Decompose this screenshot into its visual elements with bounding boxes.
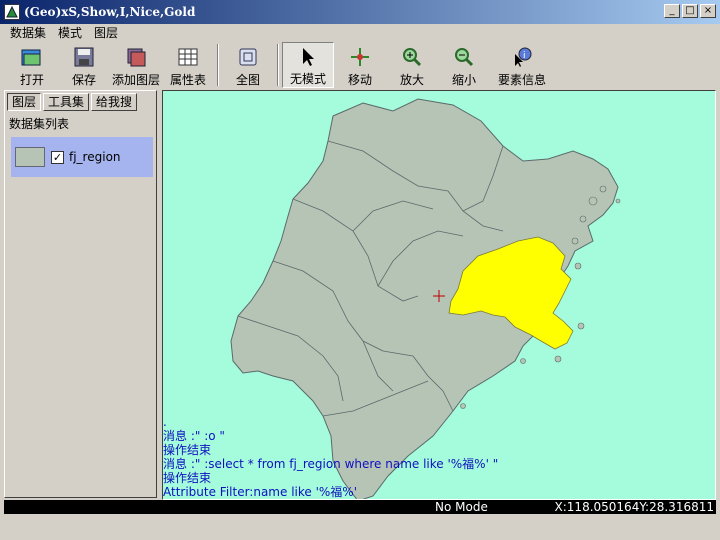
attribute-table-button[interactable]: 属性表 <box>162 42 214 88</box>
zoom-in-icon <box>400 45 424 69</box>
status-mode: No Mode <box>435 500 488 514</box>
save-button[interactable]: 保存 <box>58 42 110 88</box>
zoom-out-button[interactable]: 缩小 <box>438 42 490 88</box>
toolbar-separator <box>217 44 219 86</box>
menu-bar: 数据集 模式 图层 <box>0 22 720 42</box>
status-coordinates: X:118.050164Y:28.316811 <box>554 500 714 514</box>
layer-visibility-checkbox[interactable]: ✓ <box>51 150 64 164</box>
menu-layer[interactable]: 图层 <box>88 24 124 41</box>
app-icon <box>4 4 20 20</box>
message-log: . 消息 :" :o " 操作结束 消息 :" :select * from f… <box>163 415 498 499</box>
log-line: 操作结束 <box>163 443 212 457</box>
status-bar: No Mode X:118.050164Y:28.316811 <box>4 500 716 514</box>
layer-item[interactable]: ✓ fj_region <box>11 137 153 177</box>
full-extent-icon <box>236 45 260 69</box>
layer-name: fj_region <box>69 150 121 164</box>
tab-toolset[interactable]: 工具集 <box>43 93 90 111</box>
log-line: 操作结束 <box>163 471 212 485</box>
layer-panel: 图层 工具集 给我搜 数据集列表 ✓ fj_region <box>4 90 157 498</box>
window-title: (Geo)xS,Show,I,Nice,Gold <box>24 5 196 19</box>
no-mode-button[interactable]: 无模式 <box>282 42 334 88</box>
toolbar-separator <box>277 44 279 86</box>
folder-open-icon <box>20 45 44 69</box>
table-icon <box>176 45 200 69</box>
floppy-disk-icon <box>72 45 96 69</box>
log-line: 消息 :" :o " <box>163 429 225 443</box>
add-layer-icon <box>124 45 148 69</box>
full-extent-button[interactable]: 全图 <box>222 42 274 88</box>
feature-info-button[interactable]: i 要素信息 <box>490 42 554 88</box>
tab-search[interactable]: 给我搜 <box>91 93 138 111</box>
zoom-out-icon <box>452 45 476 69</box>
panel-tabs: 图层 工具集 给我搜 <box>7 93 138 111</box>
log-line: . <box>163 415 167 429</box>
maximize-button[interactable]: □ <box>682 4 698 18</box>
close-button[interactable]: × <box>700 4 716 18</box>
title-bar: (Geo)xS,Show,I,Nice,Gold _ □ × <box>0 0 720 24</box>
svg-text:i: i <box>523 51 526 61</box>
log-line: Attribute Filter:name like '%福%' <box>163 485 357 499</box>
open-button[interactable]: 打开 <box>6 42 58 88</box>
arrow-pointer-icon <box>296 46 320 68</box>
info-pointer-icon: i <box>510 45 534 69</box>
add-layer-button[interactable]: 添加图层 <box>110 42 162 88</box>
toolbar: 打开 保存 添加图层 属性表 全图 无模式 移动 放大 缩小 i 要素信息 <box>0 42 720 88</box>
move-crosshair-icon <box>348 45 372 69</box>
pan-button[interactable]: 移动 <box>334 42 386 88</box>
log-line: 消息 :" :select * from fj_region where nam… <box>163 457 499 471</box>
layer-color-swatch <box>15 147 45 167</box>
menu-dataset[interactable]: 数据集 <box>4 24 52 41</box>
menu-mode[interactable]: 模式 <box>52 24 88 41</box>
map-canvas[interactable]: . 消息 :" :o " 操作结束 消息 :" :select * from f… <box>162 90 716 500</box>
dataset-list-title: 数据集列表 <box>9 117 70 131</box>
zoom-in-button[interactable]: 放大 <box>386 42 438 88</box>
minimize-button[interactable]: _ <box>664 4 680 18</box>
tab-layers[interactable]: 图层 <box>7 93 42 111</box>
